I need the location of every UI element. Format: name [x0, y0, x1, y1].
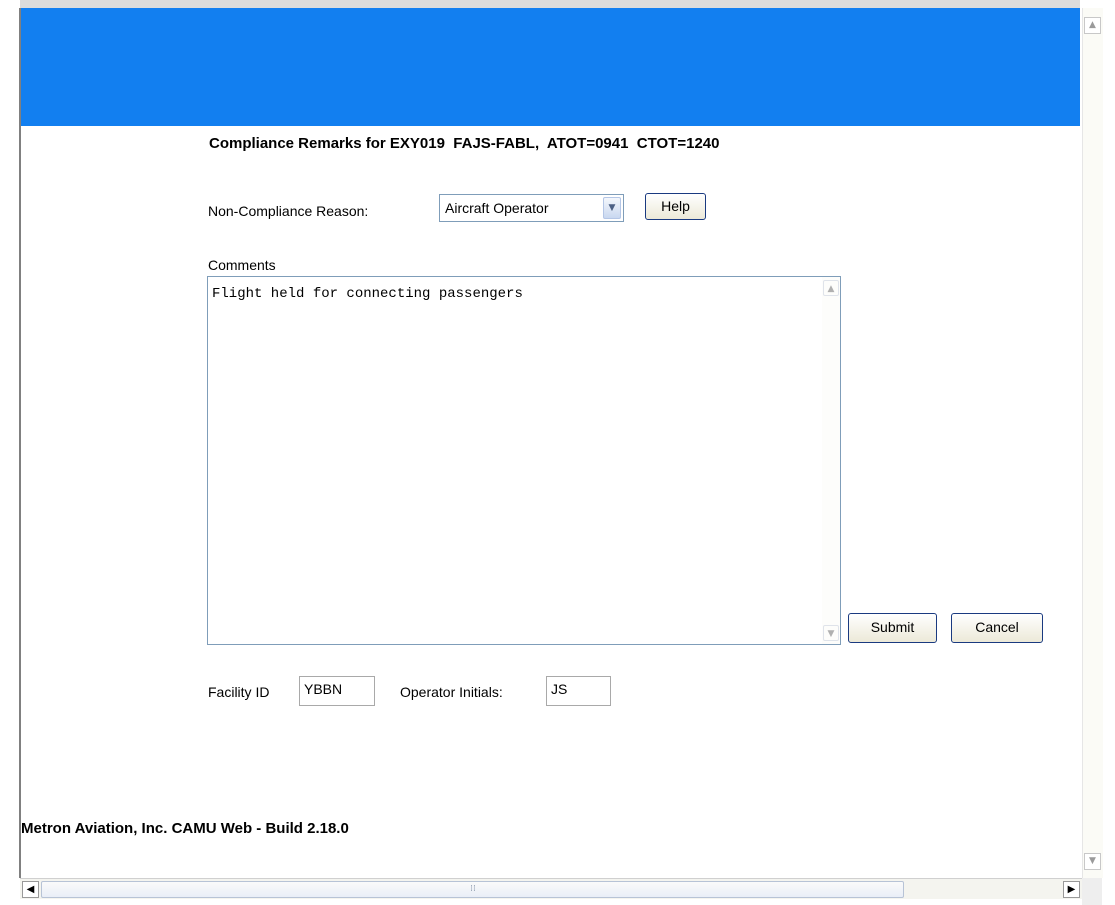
grip-icon: ⁞⁞: [470, 884, 476, 894]
scroll-up-icon[interactable]: ▲: [1084, 17, 1101, 34]
facility-id-label: Facility ID: [208, 684, 270, 700]
chevron-down-icon[interactable]: ▼: [603, 197, 621, 219]
horizontal-scroll-thumb[interactable]: ⁞⁞: [41, 881, 904, 898]
scroll-left-icon[interactable]: ◀: [22, 881, 39, 898]
submit-button[interactable]: Submit: [848, 613, 937, 643]
scroll-down-icon[interactable]: ▼: [823, 625, 839, 641]
non-compliance-reason-label: Non-Compliance Reason:: [208, 203, 369, 219]
footer-build-info: Metron Aviation, Inc. CAMU Web - Build 2…: [21, 820, 349, 837]
page-horizontal-scrollbar[interactable]: ◀ ⁞⁞ ▶: [20, 878, 1082, 899]
comments-textarea[interactable]: Flight held for connecting passengers ▲ …: [207, 276, 841, 645]
cancel-button[interactable]: Cancel: [951, 613, 1043, 643]
scrollbar-corner: [1082, 878, 1102, 905]
non-compliance-reason-select[interactable]: Aircraft Operator ▼: [439, 194, 624, 222]
comments-text: Flight held for connecting passengers: [212, 286, 523, 302]
facility-id-input[interactable]: YBBN: [299, 676, 375, 706]
scroll-up-icon[interactable]: ▲: [823, 280, 839, 296]
window-left-border: [19, 8, 21, 878]
browser-window: Compliance Remarks for EXY019 FAJS-FABL,…: [0, 0, 1115, 905]
comments-scrollbar[interactable]: ▲ ▼: [822, 277, 840, 644]
header-banner: [21, 8, 1080, 126]
operator-initials-input[interactable]: JS: [546, 676, 611, 706]
non-compliance-reason-value: Aircraft Operator: [445, 200, 549, 216]
comments-label: Comments: [208, 257, 276, 273]
window-left-frame: [0, 0, 20, 905]
help-button[interactable]: Help: [645, 193, 706, 220]
page-title: Compliance Remarks for EXY019 FAJS-FABL,…: [209, 135, 720, 152]
scroll-right-icon[interactable]: ▶: [1063, 881, 1080, 898]
scroll-down-icon[interactable]: ▼: [1084, 853, 1101, 870]
page-vertical-scrollbar[interactable]: ▲ ▼: [1082, 8, 1103, 878]
window-top-frame: [20, 0, 1080, 8]
operator-initials-label: Operator Initials:: [400, 684, 503, 700]
